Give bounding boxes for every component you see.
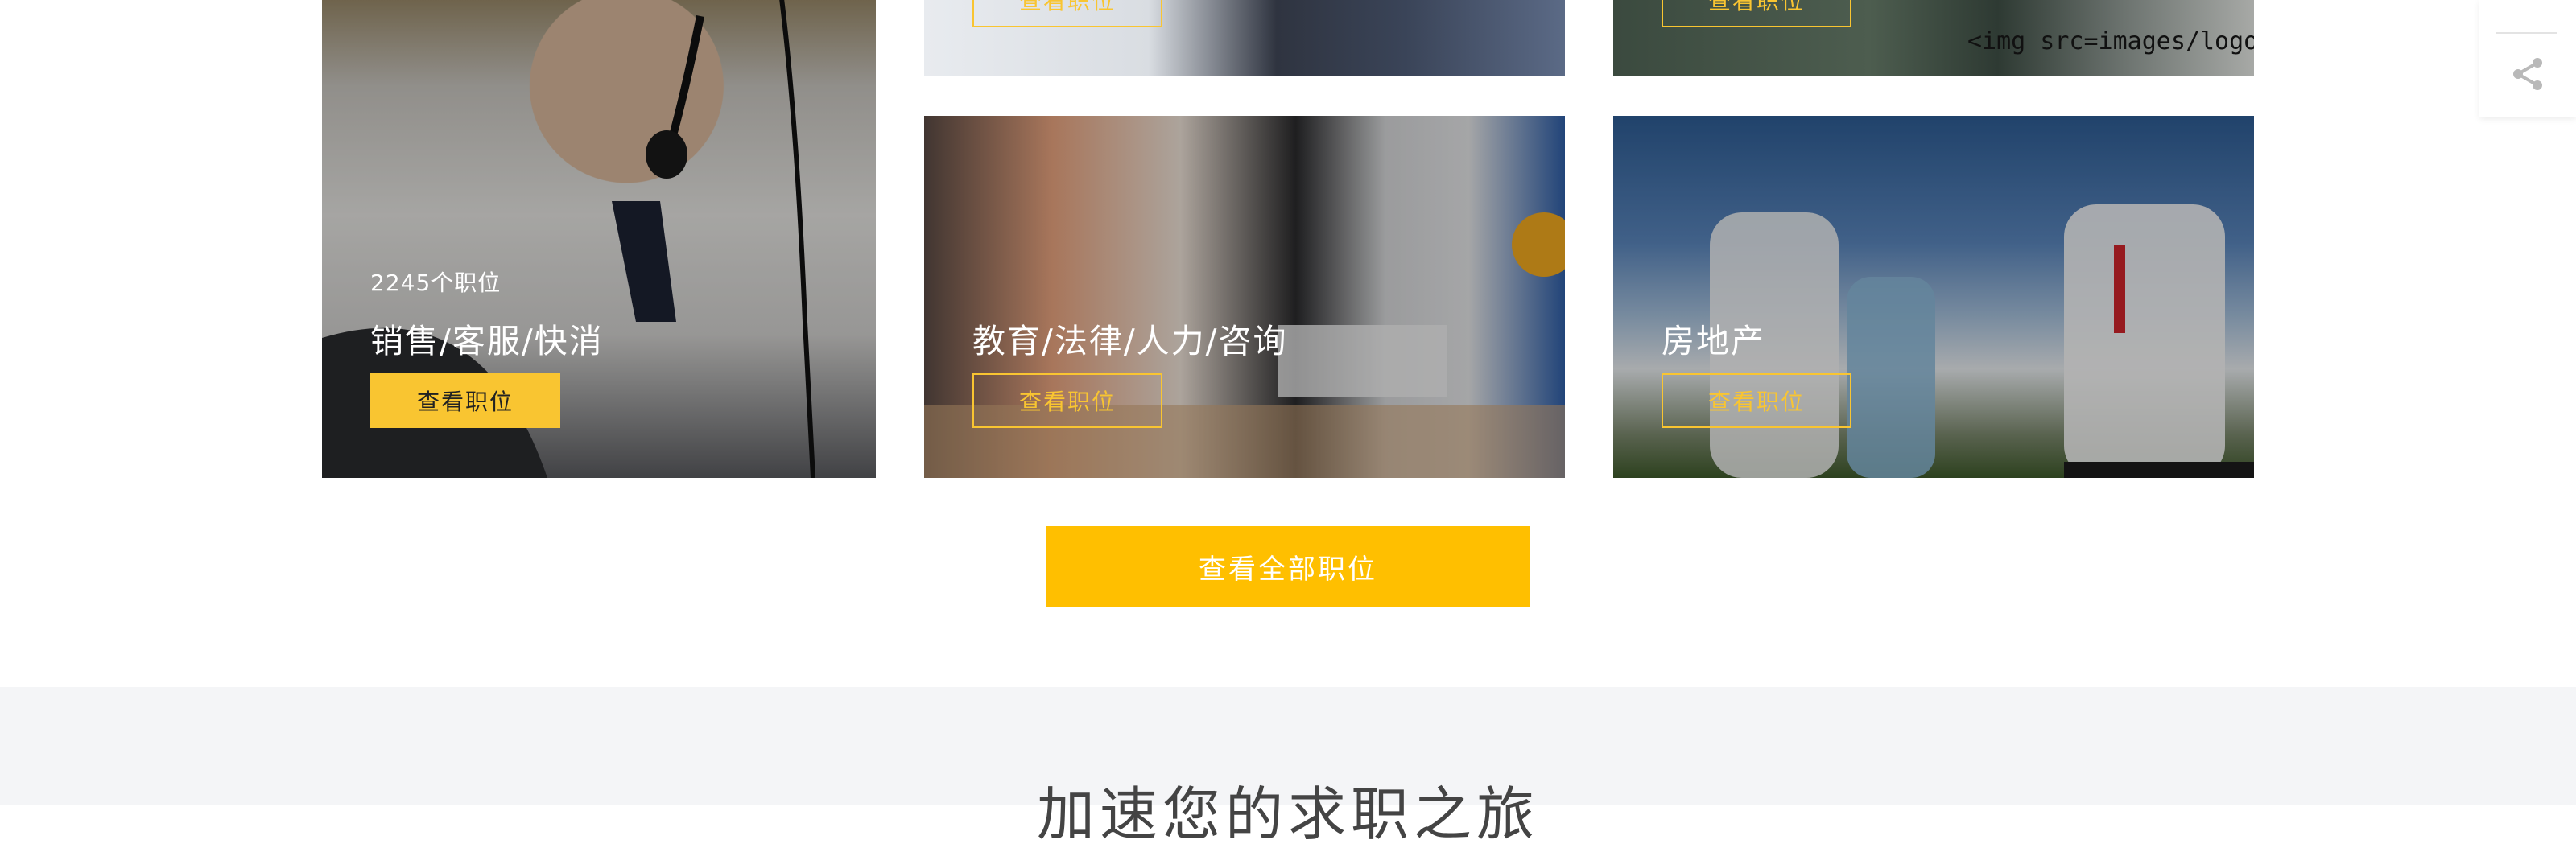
category-title: 房地产 — [1662, 322, 1765, 360]
view-jobs-button[interactable]: 查看职位 — [1662, 0, 1852, 27]
category-title: 销售/客服/快消 — [370, 322, 604, 360]
view-jobs-button[interactable]: 查看职位 — [972, 0, 1162, 27]
job-count: 2245个职位 — [370, 270, 502, 296]
broken-image-text: <img src=images/logo.pn — [1967, 27, 2254, 56]
job-card-top-middle[interactable]: 查看职位 — [924, 0, 1565, 76]
next-section: 加速您的求职之旅 — [0, 687, 2576, 846]
job-card-education[interactable]: 教育/法律/人力/咨询 查看职位 — [924, 116, 1565, 478]
view-jobs-button[interactable]: 查看职位 — [972, 373, 1162, 428]
category-title: 教育/法律/人力/咨询 — [972, 322, 1288, 360]
view-all-jobs-button[interactable]: 查看全部职位 — [1046, 526, 1530, 607]
view-jobs-button[interactable]: 查看职位 — [1662, 373, 1852, 428]
divider — [2496, 32, 2557, 34]
job-card-real-estate[interactable]: 房地产 查看职位 — [1613, 116, 2254, 478]
job-card-sales[interactable]: 2245个职位 销售/客服/快消 查看职位 — [322, 0, 876, 478]
share-icon[interactable] — [2507, 53, 2549, 95]
section-heading: 加速您的求职之旅 — [1036, 780, 1539, 848]
job-card-top-right[interactable]: 查看职位 <img src=images/logo.pn — [1613, 0, 2254, 76]
floating-share-panel — [2479, 0, 2576, 117]
view-jobs-button[interactable]: 查看职位 — [370, 373, 560, 428]
